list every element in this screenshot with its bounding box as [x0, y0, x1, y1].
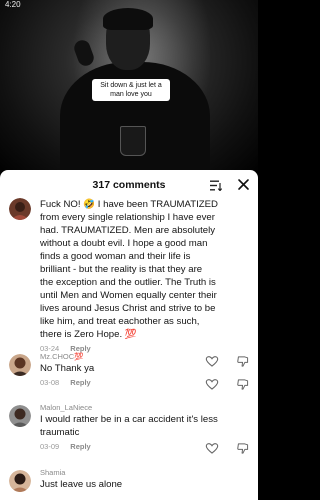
comment-username[interactable]: Shamia	[40, 468, 218, 478]
video-player[interactable]: Sit down & just let a man love you	[0, 0, 258, 176]
heart-outline-icon[interactable]	[205, 443, 219, 454]
thumbs-down-icon[interactable]	[236, 356, 250, 367]
sort-icon[interactable]	[210, 180, 222, 191]
reply-button[interactable]: Reply	[70, 442, 90, 451]
comment-text: Fuck NO! 🤣 I have been TRAUMATIZED from …	[40, 199, 218, 340]
status-time: 4:20	[5, 0, 21, 9]
comments-header: 317 comments	[0, 170, 258, 200]
avatar[interactable]	[9, 198, 31, 220]
thumbs-down-icon[interactable]	[236, 443, 250, 454]
comment-meta: 03-08 Reply	[40, 378, 218, 387]
comment-text: Just leave us alone	[40, 479, 123, 490]
comment-date: 03-08	[40, 378, 60, 387]
close-icon[interactable]	[237, 178, 250, 191]
drinking-glass	[120, 126, 146, 156]
avatar[interactable]	[9, 470, 31, 492]
comment-text: No Thank ya	[40, 363, 95, 374]
reply-button[interactable]: Reply	[70, 378, 90, 387]
comment-username[interactable]: Mz.CHOC💯	[40, 352, 218, 362]
comment-body: Shamia Just leave us alone	[40, 468, 218, 491]
comment-text: I would rather be in a car accident it's…	[40, 414, 218, 438]
heart-outline-icon[interactable]	[205, 379, 219, 390]
comment-date: 03-09	[40, 442, 60, 451]
video-caption: Sit down & just let a man love you	[92, 79, 170, 101]
comment-meta: 03-09 Reply	[40, 442, 218, 451]
comment-body: Mz.CHOC💯 No Thank ya 03-08 Reply	[40, 352, 218, 387]
comment-body: Fuck NO! 🤣 I have been TRAUMATIZED from …	[40, 198, 218, 353]
avatar[interactable]	[9, 405, 31, 427]
avatar[interactable]	[9, 354, 31, 376]
comment-username[interactable]: Malon_LaNiece	[40, 403, 218, 413]
comment-body: Malon_LaNiece I would rather be in a car…	[40, 403, 218, 451]
comments-sheet: 317 comments Fuck NO! 🤣 I have been TRAU…	[0, 170, 258, 500]
person-cap	[103, 8, 153, 30]
thumbs-down-icon[interactable]	[236, 379, 250, 390]
status-bar: 4:20	[0, 0, 258, 10]
